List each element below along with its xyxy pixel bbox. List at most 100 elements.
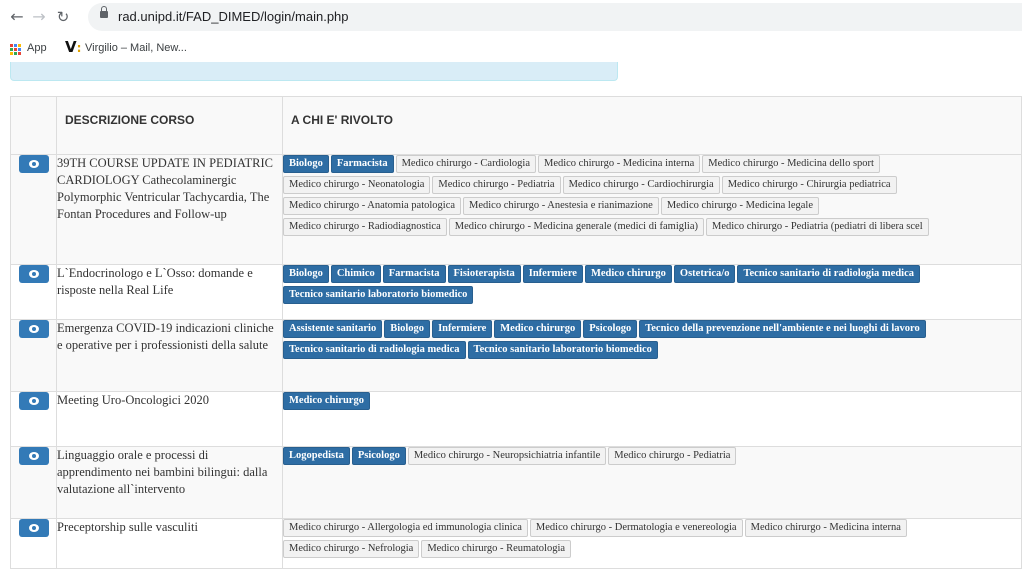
course-table-body: 39TH COURSE UPDATE IN PEDIATRIC CARDIOLO… (10, 154, 1022, 569)
audience-tag: Biologo (283, 155, 329, 173)
bookmark-apps[interactable]: App (27, 42, 47, 54)
target-audience-cell: Biologo Farmacista Medico chirurgo - Cardi… (282, 154, 1022, 265)
target-audience-cell: Medico chirurgo (282, 391, 1022, 447)
audience-tag: Medico chirurgo - Pediatria (pediatri di… (706, 218, 929, 236)
target-audience-cell: Assistente sanitario Biologo Infermiere Med… (282, 319, 1022, 392)
audience-tag: Assistente sanitario (283, 320, 383, 338)
eye-icon (28, 524, 39, 532)
audience-tag: Biologo (283, 265, 329, 283)
audience-tag: Chimico (330, 265, 381, 283)
view-course-button[interactable] (18, 155, 49, 173)
table-row: Meeting Uro-Oncologici 2020 Medico chirur… (10, 391, 1022, 447)
audience-tag: Medico chirurgo - Medicina interna (744, 519, 907, 537)
audience-tag: Medico chirurgo - Medicina dello sport (702, 155, 880, 173)
audience-tag: Medico chirurgo - Medicina legale (660, 197, 819, 215)
audience-tag: Farmacista (382, 265, 446, 283)
info-alert-box (10, 62, 618, 81)
audience-tag: Tecnico della prevenzione nell'ambiente … (639, 320, 926, 338)
audience-tag-line: Medico chirurgo - Allergologia ed immuno… (283, 519, 1021, 541)
lock-icon (100, 6, 108, 18)
header-actions (10, 96, 57, 155)
course-description: L`Endocrinologo e L`Osso: domande e risp… (56, 264, 283, 320)
audience-tag: Infermiere (432, 320, 493, 338)
course-description: Linguaggio orale e processi di apprendim… (56, 446, 283, 519)
view-course-button[interactable] (18, 519, 49, 537)
view-course-button[interactable] (18, 265, 49, 283)
course-table: DESCRIZIONE CORSO A CHI E' RIVOLTO 39TH … (10, 96, 1022, 569)
row-action-cell (10, 391, 57, 447)
audience-tag: Psicologo (351, 447, 406, 465)
audience-tag: Biologo (384, 320, 431, 338)
audience-tag: Medico chirurgo - Chirurgia pediatrica (721, 176, 897, 194)
audience-tag: Logopedista (283, 447, 350, 465)
audience-tag: Medico chirurgo - Neonatologia (283, 176, 431, 194)
virgilio-logo-icon[interactable]: V: (65, 38, 81, 56)
row-action-cell (10, 154, 57, 265)
audience-tag-line: Biologo Chimico Farmacista Fisioterapista In… (283, 265, 1021, 287)
audience-tag: Medico chirurgo - Neuropsichiatria infan… (407, 447, 607, 465)
audience-tag-line: Medico chirurgo - Neonatologia Medico chi… (283, 176, 1021, 197)
eye-icon (28, 160, 39, 168)
target-audience-cell: Medico chirurgo - Allergologia ed immuno… (282, 518, 1022, 569)
eye-icon (28, 270, 39, 278)
audience-tag: Medico chirurgo - Pediatria (432, 176, 561, 194)
audience-tag-line: Tecnico sanitario laboratorio biomedico (283, 286, 1021, 307)
table-row: L`Endocrinologo e L`Osso: domande e risp… (10, 264, 1022, 320)
audience-tag: Tecnico sanitario laboratorio biomedico (467, 341, 658, 359)
apps-grid-icon[interactable] (10, 44, 21, 55)
audience-tag: Psicologo (583, 320, 638, 338)
row-action-cell (10, 264, 57, 320)
audience-tag: Infermiere (522, 265, 583, 283)
audience-tag: Medico chirurgo (494, 320, 582, 338)
audience-tag: Fisioterapista (447, 265, 521, 283)
audience-tag: Medico chirurgo - Nefrologia (283, 540, 420, 558)
audience-tag-line: Medico chirurgo - Radiodiagnostica Medico… (283, 218, 1021, 239)
row-action-cell (10, 319, 57, 392)
table-row: Emergenza COVID-19 indicazioni cliniche … (10, 319, 1022, 392)
audience-tag: Medico chirurgo - Allergologia ed immuno… (283, 519, 528, 537)
audience-tag-line: Medico chirurgo - Nefrologia Medico chiru… (283, 540, 1021, 561)
audience-tag: Medico chirurgo - Cardiochirurgia (562, 176, 720, 194)
audience-tag: Medico chirurgo - Anestesia e rianimazio… (463, 197, 659, 215)
course-description: Meeting Uro-Oncologici 2020 (56, 391, 283, 447)
view-course-button[interactable] (18, 392, 49, 410)
bookmark-virgilio[interactable]: Virgilio – Mail, New... (85, 42, 187, 54)
course-description: 39TH COURSE UPDATE IN PEDIATRIC CARDIOLO… (56, 154, 283, 265)
eye-icon (28, 452, 39, 460)
back-arrow-icon[interactable]: ← (7, 7, 27, 27)
audience-tag: Tecnico sanitario di radiologia medica (737, 265, 920, 283)
course-description: Emergenza COVID-19 indicazioni cliniche … (56, 319, 283, 392)
eye-icon (28, 325, 39, 333)
audience-tag: Medico chirurgo - Pediatria (608, 447, 737, 465)
audience-tag: Medico chirurgo - Dermatologia e venereo… (529, 519, 743, 537)
target-audience-cell: Logopedista Psicologo Medico chirurgo - Ne… (282, 446, 1022, 519)
address-bar[interactable]: rad.unipd.it/FAD_DIMED/login/main.php (88, 3, 1022, 31)
audience-tag: Ostetrica/o (673, 265, 736, 283)
view-course-button[interactable] (18, 447, 49, 465)
reload-icon[interactable]: ↻ (53, 7, 73, 27)
audience-tag: Medico chirurgo (584, 265, 672, 283)
browser-toolbar: ← → ↻ rad.unipd.it/FAD_DIMED/login/main.… (0, 0, 1022, 34)
audience-tag: Medico chirurgo (283, 392, 370, 410)
audience-tag: Tecnico sanitario di radiologia medica (283, 341, 466, 359)
audience-tag: Medico chirurgo - Radiodiagnostica (283, 218, 447, 236)
view-course-button[interactable] (18, 320, 49, 338)
audience-tag: Medico chirurgo - Anatomia patologica (283, 197, 462, 215)
table-row: Linguaggio orale e processi di apprendim… (10, 446, 1022, 519)
audience-tag-line: Medico chirurgo (283, 392, 1021, 414)
audience-tag: Farmacista (330, 155, 394, 173)
audience-tag: Tecnico sanitario laboratorio biomedico (283, 286, 474, 304)
forward-arrow-icon[interactable]: → (29, 7, 49, 27)
table-row: Preceptorship sulle vasculiti Medico chir… (10, 518, 1022, 569)
audience-tag-line: Assistente sanitario Biologo Infermiere Med… (283, 320, 1021, 342)
audience-tag-line: Medico chirurgo - Anatomia patologica Med… (283, 197, 1021, 218)
header-course-description: DESCRIZIONE CORSO (56, 96, 283, 155)
audience-tag: Medico chirurgo - Cardiologia (395, 155, 536, 173)
audience-tag-line: Biologo Farmacista Medico chirurgo - Cardi… (283, 155, 1021, 177)
header-target-audience: A CHI E' RIVOLTO (282, 96, 1022, 155)
url-text[interactable]: rad.unipd.it/FAD_DIMED/login/main.php (118, 9, 349, 24)
bookmarks-bar: App V: Virgilio – Mail, New... (0, 34, 1022, 62)
audience-tag: Medico chirurgo - Medicina generale (med… (448, 218, 704, 236)
table-header-row: DESCRIZIONE CORSO A CHI E' RIVOLTO (10, 96, 1022, 155)
audience-tag: Medico chirurgo - Reumatologia (421, 540, 572, 558)
